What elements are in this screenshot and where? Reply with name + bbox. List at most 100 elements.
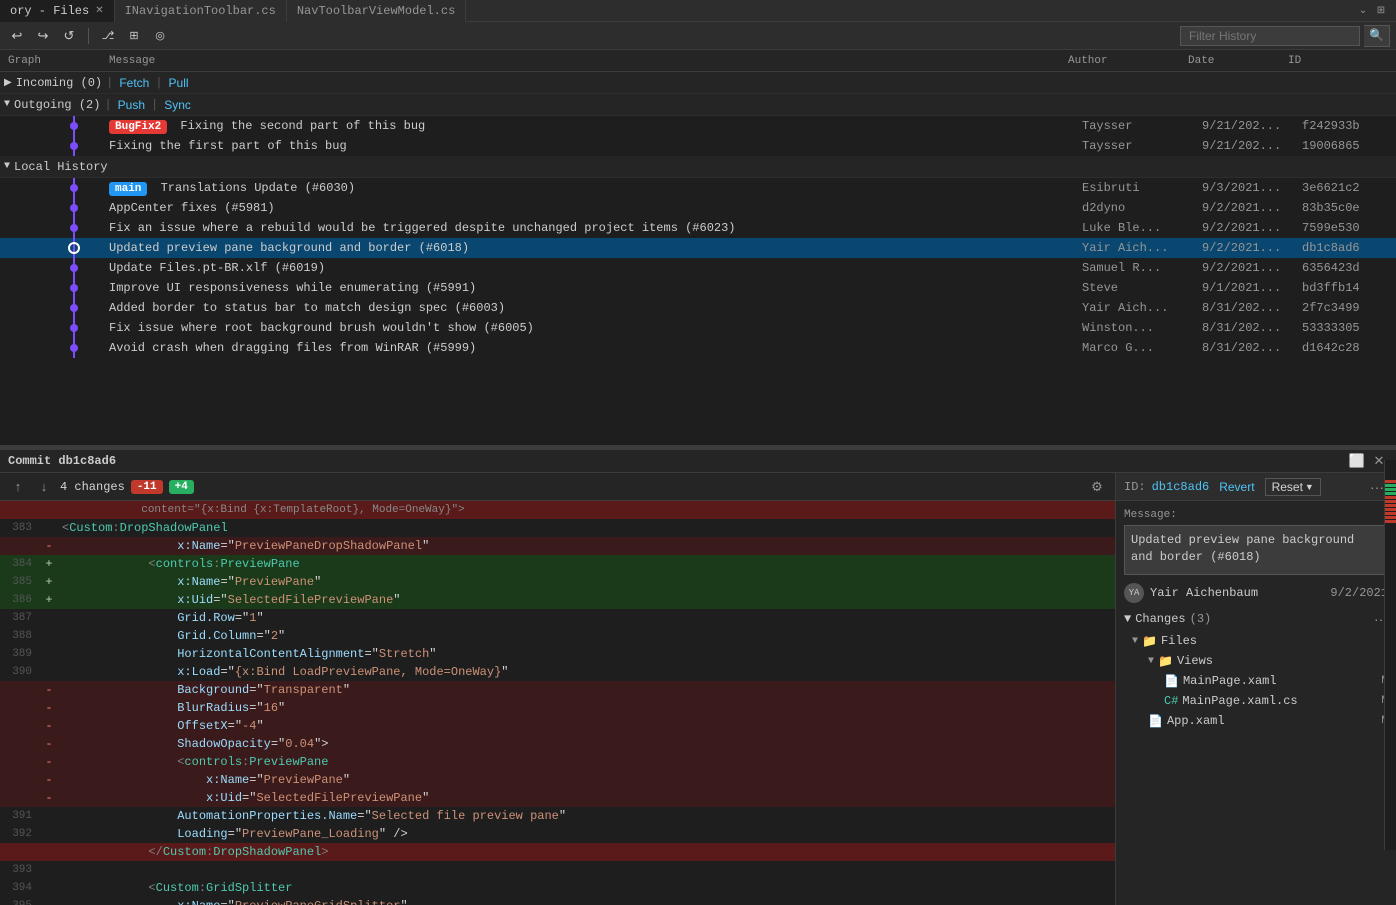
col-author-header: Author xyxy=(1068,55,1188,67)
diff-up-button[interactable]: ↑ xyxy=(8,477,28,497)
tab-inavigation[interactable]: INavigationToolbar.cs xyxy=(115,0,287,22)
back-button[interactable]: ↩ xyxy=(6,25,28,47)
tab-navtoolbar[interactable]: NavToolbarViewModel.cs xyxy=(287,0,466,22)
file-tree: ▼ 📁 Files ▼ 📁 Views 📄 MainPage.xaml xyxy=(1124,631,1388,731)
commit-author-date: 9/2/2021 xyxy=(1330,586,1388,600)
diff-line-392: 392 Loading="PreviewPane_Loading" /> xyxy=(0,825,1115,843)
tab-navtoolbar-label: NavToolbarViewModel.cs xyxy=(297,4,455,18)
tab-files[interactable]: ory - Files ✕ xyxy=(0,0,115,22)
push-button[interactable]: Push xyxy=(116,98,147,112)
forward-button[interactable]: ↪ xyxy=(32,25,54,47)
files-chevron-icon: ▼ xyxy=(1132,636,1138,647)
mainpage-cs-label: MainPage.xaml.cs xyxy=(1182,694,1297,708)
outgoing-id-0: f242933b xyxy=(1302,119,1392,133)
diff-line-390: 390 x:Load="{x:Bind LoadPreviewPane, Mod… xyxy=(0,663,1115,681)
local-row-5[interactable]: Improve UI responsiveness while enumerat… xyxy=(0,278,1396,298)
outgoing-date-1: 9/21/202... xyxy=(1202,139,1302,153)
file-tree-views[interactable]: ▼ 📁 Views xyxy=(1132,651,1388,671)
local-id-5: bd3ffb14 xyxy=(1302,281,1392,295)
file-tree-mainpage-xaml[interactable]: 📄 MainPage.xaml M xyxy=(1132,671,1388,691)
commit-author-name: Yair Aichenbaum xyxy=(1150,586,1258,600)
section-local-history[interactable]: ▼ Local History xyxy=(0,156,1396,178)
outgoing-author-1: Taysser xyxy=(1082,139,1202,153)
local-message-2: Fix an issue where a rebuild would be tr… xyxy=(109,221,1082,235)
diff-line-rem-shadow: - ShadowOpacity="0.04"> xyxy=(0,735,1115,753)
sync-button[interactable]: Sync xyxy=(162,98,193,112)
local-row-4[interactable]: Update Files.pt-BR.xlf (#6019) Samuel R.… xyxy=(0,258,1396,278)
pull-button[interactable]: Pull xyxy=(167,76,191,90)
local-id-0: 3e6621c2 xyxy=(1302,181,1392,195)
history-pane: Graph Message Author Date ID ▶ Incoming … xyxy=(0,50,1396,445)
local-row-2[interactable]: Fix an issue where a rebuild would be tr… xyxy=(0,218,1396,238)
changes-chevron: ▼ xyxy=(1124,612,1131,626)
commit-info-panel: ID: db1c8ad6 Revert Reset ▼ ··· Message:… xyxy=(1116,473,1396,905)
commit-graph-button[interactable]: ⊞ xyxy=(123,25,145,47)
local-row-1[interactable]: AppCenter fixes (#5981) d2dyno 9/2/2021.… xyxy=(0,198,1396,218)
lasso-button[interactable]: ◎ xyxy=(149,25,171,47)
tab-close-files[interactable]: ✕ xyxy=(95,5,103,17)
reset-button[interactable]: Reset ▼ xyxy=(1265,478,1321,496)
views-chevron-icon: ▼ xyxy=(1148,656,1154,667)
diff-line-add-386: 386 + x:Uid="SelectedFilePreviewPane" xyxy=(0,591,1115,609)
section-outgoing[interactable]: ▼ Outgoing (2) | Push | Sync xyxy=(0,94,1396,116)
local-row-3[interactable]: Updated preview pane background and bord… xyxy=(0,238,1396,258)
local-message-5: Improve UI responsiveness while enumerat… xyxy=(109,281,1082,295)
local-row-6[interactable]: Added border to status bar to match desi… xyxy=(0,298,1396,318)
local-row-8[interactable]: Avoid crash when dragging files from Win… xyxy=(0,338,1396,358)
fetch-button[interactable]: Fetch xyxy=(117,76,151,90)
graph-local-6 xyxy=(4,298,109,318)
search-icon[interactable]: 🔍 xyxy=(1364,25,1390,47)
outgoing-message-1: Fixing the first part of this bug xyxy=(109,139,1082,153)
local-author-6: Yair Aich... xyxy=(1082,301,1202,315)
diff-line-close: </Custom:DropShadowPanel> xyxy=(0,843,1115,861)
file-tree-files[interactable]: ▼ 📁 Files xyxy=(1132,631,1388,651)
outgoing-row-0[interactable]: BugFix2 Fixing the second part of this b… xyxy=(0,116,1396,136)
incoming-sep2: | xyxy=(155,76,162,90)
outgoing-message-0: BugFix2 Fixing the second part of this b… xyxy=(109,119,1082,134)
graph-outgoing-0 xyxy=(4,116,109,136)
diff-line-rem-name: - x:Name="PreviewPane" xyxy=(0,771,1115,789)
incoming-title: Incoming (0) xyxy=(16,76,102,90)
local-id-1: 83b35c0e xyxy=(1302,201,1392,215)
tab-files-label: ory - Files xyxy=(10,4,89,18)
diff-line-rem-bg: - Background="Transparent" xyxy=(0,681,1115,699)
local-author-5: Steve xyxy=(1082,281,1202,295)
diff-down-button[interactable]: ↓ xyxy=(34,477,54,497)
title-bar: ory - Files ✕ INavigationToolbar.cs NavT… xyxy=(0,0,1396,22)
commit-header-buttons: ⬜ ✕ xyxy=(1348,452,1388,470)
graph-local-7 xyxy=(4,318,109,338)
expand-icon[interactable]: ⊞ xyxy=(1374,4,1388,18)
commit-author-row: YA Yair Aichenbaum 9/2/2021 xyxy=(1124,583,1388,603)
filter-history-input[interactable] xyxy=(1180,26,1360,46)
diff-line-393: 393 xyxy=(0,861,1115,879)
revert-button[interactable]: Revert xyxy=(1215,480,1258,494)
views-folder-label: Views xyxy=(1177,654,1213,668)
local-id-3: db1c8ad6 xyxy=(1302,241,1392,255)
local-row-0[interactable]: main Translations Update (#6030) Esibrut… xyxy=(0,178,1396,198)
local-message-1: AppCenter fixes (#5981) xyxy=(109,201,1082,215)
changes-header[interactable]: ▼ Changes (3) ··· xyxy=(1124,611,1388,627)
local-date-5: 9/1/2021... xyxy=(1202,281,1302,295)
refresh-button[interactable]: ↺ xyxy=(58,25,80,47)
outgoing-row-1[interactable]: Fixing the first part of this bug Taysse… xyxy=(0,136,1396,156)
diff-settings-button[interactable]: ⚙ xyxy=(1087,477,1107,497)
title-bar-controls: ⌄ ⊞ xyxy=(1356,4,1396,18)
incoming-chevron: ▶ xyxy=(4,77,12,89)
views-folder-icon: 📁 xyxy=(1158,654,1173,669)
outgoing-date-0: 9/21/202... xyxy=(1202,119,1302,133)
local-date-1: 9/2/2021... xyxy=(1202,201,1302,215)
changes-section: ▼ Changes (3) ··· ▼ 📁 Files ▼ 📁 xyxy=(1124,611,1388,731)
maximize-button[interactable]: ⬜ xyxy=(1348,452,1366,470)
graph-local-1 xyxy=(4,198,109,218)
section-incoming[interactable]: ▶ Incoming (0) | Fetch | Pull xyxy=(0,72,1396,94)
local-row-7[interactable]: Fix issue where root background brush wo… xyxy=(0,318,1396,338)
file-tree-mainpage-cs[interactable]: C# MainPage.xaml.cs M xyxy=(1132,691,1388,711)
diff-line-391: 391 AutomationProperties.Name="Selected … xyxy=(0,807,1115,825)
minimize-icon[interactable]: ⌄ xyxy=(1356,4,1370,18)
file-tree-app-xaml[interactable]: 📄 App.xaml M xyxy=(1132,711,1388,731)
branch-icon-button[interactable]: ⎇ xyxy=(97,25,119,47)
local-author-4: Samuel R... xyxy=(1082,261,1202,275)
graph-local-2 xyxy=(4,218,109,238)
files-folder-icon: 📁 xyxy=(1142,634,1157,649)
diff-content[interactable]: content="{x:Bind {x:TemplateRoot}, Mode=… xyxy=(0,501,1115,905)
